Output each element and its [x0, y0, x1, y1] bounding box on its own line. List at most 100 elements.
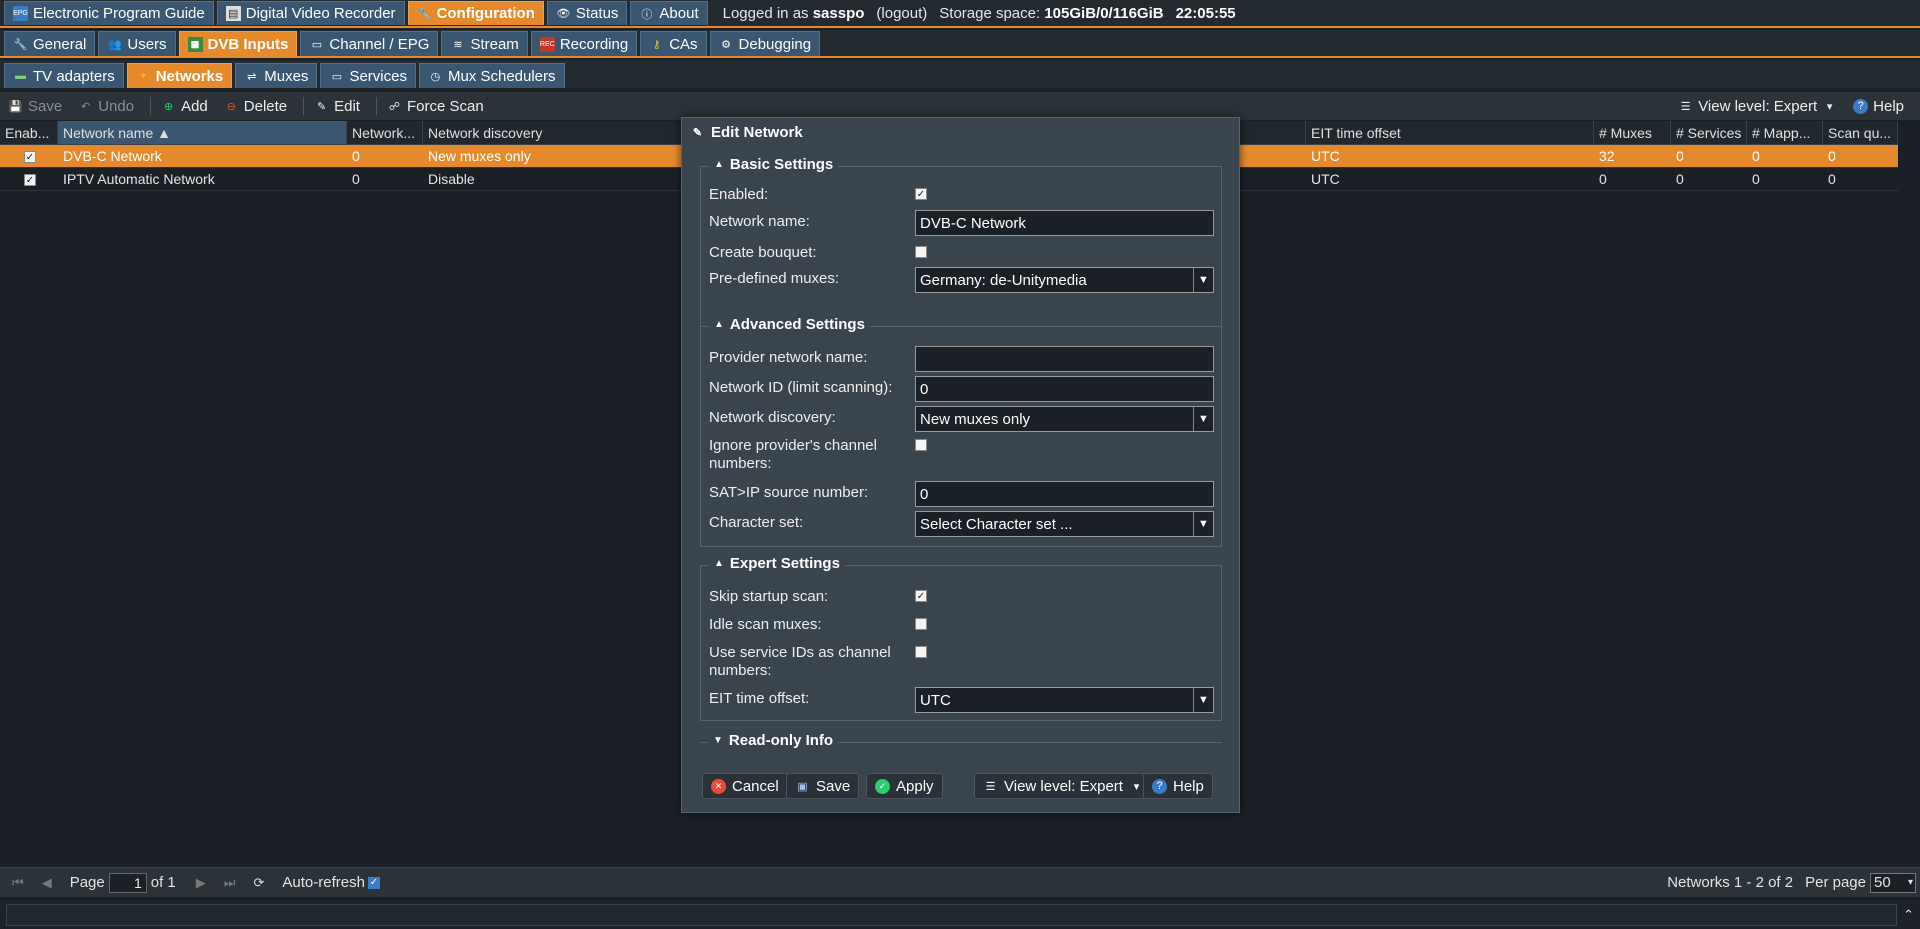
skip-scan-row: Skip startup scan: ✓: [709, 588, 927, 606]
col-network-name[interactable]: Network name ▲: [58, 121, 347, 144]
network-name-input[interactable]: [915, 210, 1214, 236]
col-scan-queue[interactable]: Scan qu...: [1823, 121, 1898, 144]
network-discovery-label: Network discovery:: [709, 409, 836, 426]
basic-settings-fieldset: ▲ Basic Settings Enabled: ✓ Network name: …: [700, 156, 1222, 327]
tab-tv-adapters[interactable]: ▬ TV adapters: [4, 63, 124, 88]
netid-cell: 0: [352, 171, 360, 187]
list-icon: ☰: [1680, 100, 1691, 113]
stream-icon: ≋: [453, 38, 463, 51]
col-muxes[interactable]: # Muxes: [1594, 121, 1671, 144]
page-input[interactable]: [108, 872, 147, 893]
save-button[interactable]: ▣ Save: [786, 773, 860, 799]
chevron-down-icon: ▼: [1193, 512, 1213, 536]
tab-users[interactable]: 👥 Users: [98, 31, 176, 56]
help-button[interactable]: ? Help: [1143, 773, 1213, 799]
tab-label: DVB Inputs: [207, 35, 289, 53]
tab-about[interactable]: ⓘ About: [630, 1, 708, 25]
logout-link[interactable]: (logout): [876, 5, 927, 22]
provider-name-input[interactable]: [915, 346, 1214, 372]
tab-status[interactable]: 👁 Status: [546, 1, 628, 25]
service-ids-checkbox[interactable]: [915, 646, 927, 658]
storage-info: Storage space: 105GiB/0/116GiB: [939, 5, 1163, 22]
muxes-cell: 32: [1599, 148, 1615, 164]
charset-select[interactable]: Select Character set ... ▼: [915, 511, 1214, 537]
eit-offset-select[interactable]: UTC ▼: [915, 687, 1214, 713]
tab-channel-epg[interactable]: ▭ Channel / EPG: [300, 31, 439, 56]
tab-muxes[interactable]: ⇌ Muxes: [235, 63, 318, 88]
add-button[interactable]: ⊕ Add: [161, 98, 208, 115]
apply-button[interactable]: ✓ Apply: [866, 773, 943, 799]
tab-configuration[interactable]: 🔧 Configuration: [407, 1, 544, 25]
tab-stream[interactable]: ≋ Stream: [441, 31, 528, 56]
network-discovery-select[interactable]: New muxes only ▼: [915, 406, 1214, 432]
last-page-icon[interactable]: ⏭: [224, 875, 236, 891]
status-log: [6, 903, 1898, 926]
create-bouquet-checkbox[interactable]: [915, 246, 927, 258]
advanced-settings-legend[interactable]: ▲ Advanced Settings: [709, 316, 870, 333]
predefined-muxes-select[interactable]: Germany: de-Unitymedia ▼: [915, 267, 1214, 293]
satip-source-input[interactable]: [915, 481, 1214, 507]
col-eit-time-offset[interactable]: EIT time offset: [1306, 121, 1594, 144]
delete-button[interactable]: ⊖ Delete: [224, 98, 287, 115]
view-level-button[interactable]: ☰ View level: Expert ▾: [1678, 98, 1837, 115]
col-mapped[interactable]: # Mapp...: [1747, 121, 1823, 144]
floppy-icon: 💾: [8, 100, 23, 113]
next-page-icon[interactable]: ▶: [196, 875, 206, 891]
tab-cas[interactable]: ⚷ CAs: [640, 31, 707, 56]
tab-networks[interactable]: ♆ Networks: [126, 63, 233, 88]
view-level-button[interactable]: ☰ View level: Expert ▾: [974, 773, 1153, 799]
network-id-input[interactable]: [915, 376, 1214, 402]
basic-settings-legend[interactable]: ▲ Basic Settings: [709, 156, 839, 173]
eit-offset-value: UTC: [920, 691, 951, 709]
save-button[interactable]: 💾 Save: [8, 98, 63, 115]
tab-services[interactable]: ▭ Services: [320, 63, 416, 88]
col-enabled[interactable]: Enab...: [0, 121, 58, 144]
bug-icon: ⚙: [721, 38, 731, 51]
tab-label: Networks: [155, 67, 224, 85]
per-page-select[interactable]: 50 ▾: [1870, 872, 1916, 893]
main-tab-bar: EPG Electronic Program Guide ▤ Digital Vid…: [0, 0, 1920, 28]
config-tab-bar: 🔧 General 👥 Users ▦ DVB Inputs ▭ Channel / E…: [0, 30, 1920, 58]
col-services[interactable]: # Services: [1671, 121, 1747, 144]
autorefresh-checkbox[interactable]: ✓: [367, 876, 380, 889]
charset-label: Character set:: [709, 514, 804, 531]
tab-epg[interactable]: EPG Electronic Program Guide: [4, 1, 214, 25]
enabled-checkbox[interactable]: ✓: [24, 174, 36, 187]
enabled-cell[interactable]: ✓: [0, 145, 58, 167]
name-cell: IPTV Automatic Network: [63, 171, 215, 187]
prev-page-icon[interactable]: ◀: [42, 875, 52, 891]
cancel-button[interactable]: ✕ Cancel: [702, 773, 788, 799]
first-page-icon[interactable]: ⏮: [12, 875, 24, 891]
mux-icon: ⇌: [247, 70, 257, 83]
tab-general[interactable]: 🔧 General: [4, 31, 96, 56]
col-network-id[interactable]: Network...: [347, 121, 423, 144]
enabled-checkbox[interactable]: ✓: [24, 151, 36, 164]
monitor-icon: ▭: [331, 70, 343, 83]
tab-dvr[interactable]: ▤ Digital Video Recorder: [216, 1, 405, 25]
enabled-checkbox[interactable]: ✓: [915, 188, 927, 200]
force-scan-button[interactable]: ☍ Force Scan: [387, 98, 484, 115]
edit-icon: ✎: [692, 126, 703, 139]
undo-icon: ↶: [81, 100, 91, 113]
refresh-icon[interactable]: ⟳: [253, 875, 264, 891]
tab-recording[interactable]: REC Recording: [530, 31, 638, 56]
undo-button[interactable]: ↶ Undo: [78, 98, 134, 115]
tab-mux-schedulers[interactable]: ◷ Mux Schedulers: [418, 63, 565, 88]
logged-prefix: Logged in as: [722, 4, 809, 22]
cancel-label: Cancel: [732, 777, 779, 795]
wrench-icon: 🔧: [13, 38, 28, 51]
help-button[interactable]: ? Help: [1853, 98, 1904, 115]
edit-button[interactable]: ✎ Edit: [314, 98, 360, 115]
expand-icon[interactable]: ⌃: [1903, 907, 1914, 923]
skip-scan-checkbox[interactable]: ✓: [915, 590, 927, 602]
expert-settings-legend[interactable]: ▲ Expert Settings: [709, 555, 845, 572]
service-ids-label: Use service IDs as channel numbers:: [709, 644, 891, 679]
enabled-cell[interactable]: ✓: [0, 168, 58, 190]
ignore-numbers-checkbox[interactable]: [915, 439, 927, 451]
idle-scan-label: Idle scan muxes:: [709, 616, 822, 633]
tab-debugging[interactable]: ⚙ Debugging: [709, 31, 821, 56]
tab-dvb-inputs[interactable]: ▦ DVB Inputs: [178, 31, 298, 56]
readonly-info-legend[interactable]: ▼ Read-only Info: [708, 732, 839, 749]
collapse-icon: ▲: [714, 319, 724, 330]
idle-scan-checkbox[interactable]: [915, 618, 927, 630]
